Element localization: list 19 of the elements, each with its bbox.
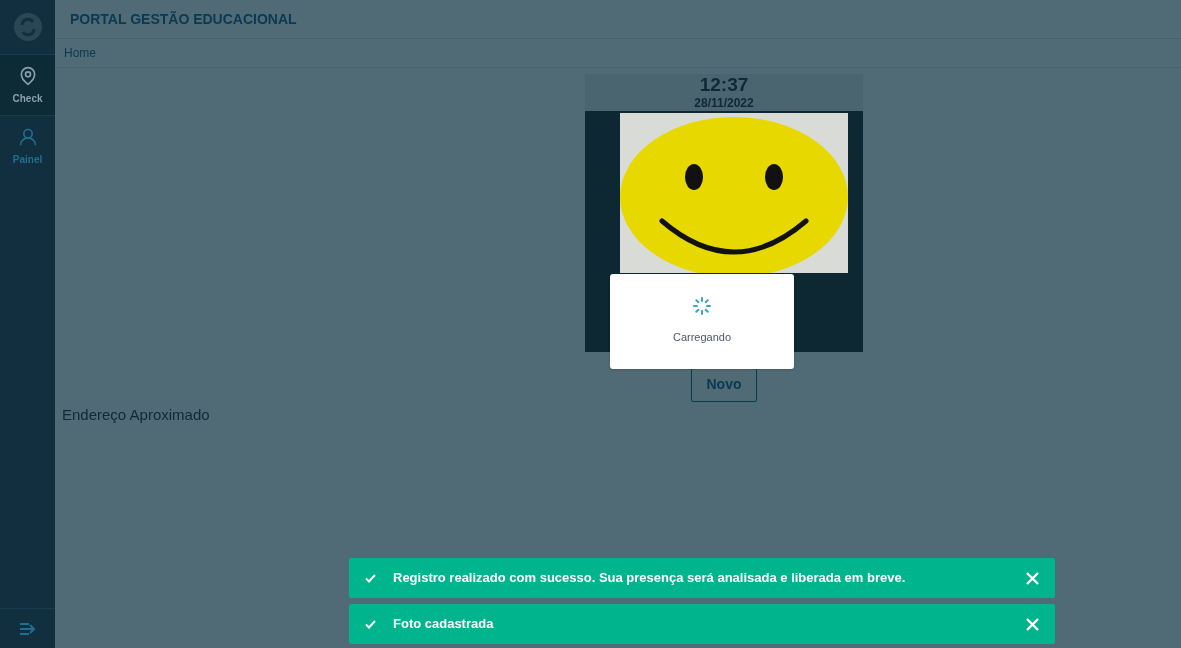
close-icon[interactable] bbox=[1026, 617, 1039, 631]
sidebar-item[interactable]: Painel bbox=[0, 115, 55, 176]
loading-text: Carregando bbox=[672, 330, 732, 346]
clock-time: 12:37 bbox=[699, 74, 749, 96]
check-icon bbox=[365, 573, 376, 583]
expand-menu-icon[interactable] bbox=[18, 621, 37, 636]
sidebar-label: Check bbox=[12, 91, 43, 106]
check-icon bbox=[365, 619, 376, 629]
breadcrumb-link[interactable]: Home bbox=[64, 44, 96, 62]
section-title: Endereço Aproximado bbox=[62, 405, 211, 425]
sidebar-item[interactable]: Check bbox=[0, 54, 55, 115]
close-icon[interactable] bbox=[1026, 571, 1039, 585]
logo-icon bbox=[12, 12, 43, 42]
portal-title: PORTAL GESTÃO EDUCACIONAL bbox=[70, 9, 297, 29]
toast-message: Registro realizado com sucesso. Sua presença será analisada e liberada em breve. bbox=[393, 569, 907, 588]
sidebar-label: Painel bbox=[12, 152, 43, 167]
toast-message: Foto cadastrada bbox=[393, 615, 495, 634]
clock-date: 28/11/2022 bbox=[694, 96, 754, 110]
loading-spinner-icon bbox=[693, 297, 711, 316]
